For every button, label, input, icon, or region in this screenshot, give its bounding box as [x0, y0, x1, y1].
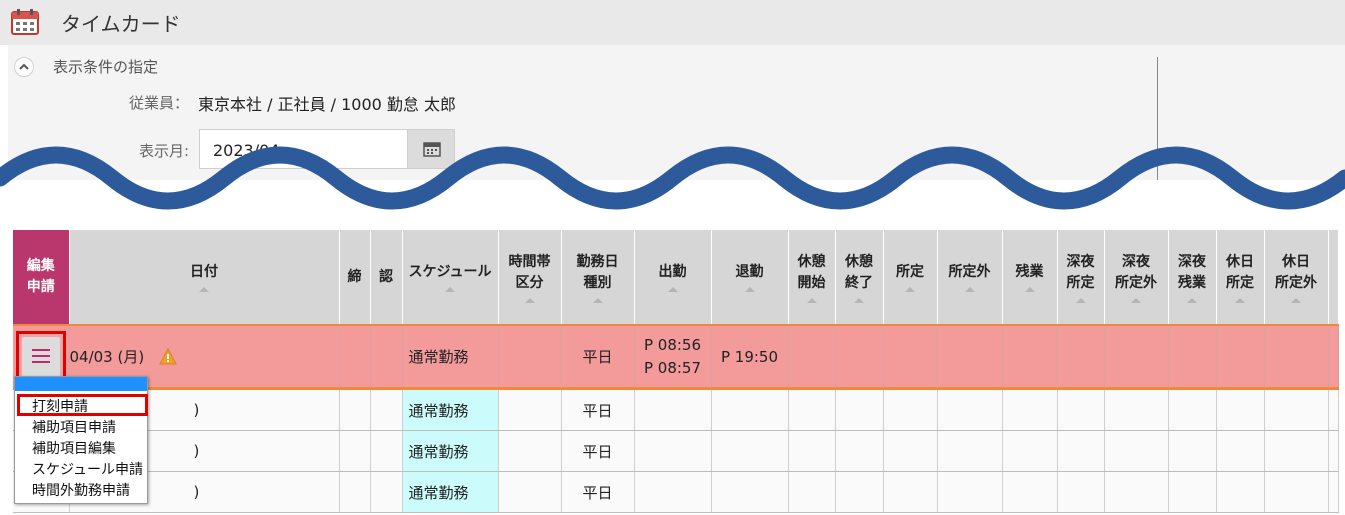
page-title: タイムカード — [61, 12, 181, 36]
header-night-scheduled[interactable]: 深夜 所定 — [1057, 230, 1105, 325]
header-night-overtime[interactable]: 深夜 残業 — [1168, 230, 1217, 325]
sort-icon — [744, 287, 755, 292]
day-type-cell: 平日 — [561, 430, 635, 472]
time-zone-cell — [498, 324, 562, 390]
header-time-zone[interactable]: 時間帯 区分 — [498, 230, 562, 325]
schedule-cell[interactable]: 通常勤務 — [402, 430, 499, 472]
sort-icon — [524, 297, 535, 303]
header-break-end[interactable]: 休憩 終了 — [835, 230, 884, 325]
sort-icon — [1235, 297, 1245, 303]
timecard-table: 編集 申請 日付 締 認 スケジュール 時間帯 区分 勤務日 種別 出勤 退勤 休憩開… — [13, 230, 1339, 513]
employee-value: 東京本社 / 正社員 / 1000 勤怠 太郎 — [198, 95, 457, 114]
header-holiday-scheduled[interactable]: 休日 所定 — [1216, 230, 1265, 325]
clock-in-cell[interactable]: P 08:56 P 08:57 — [634, 324, 712, 390]
schedule-cell[interactable]: 通常勤務 — [402, 471, 499, 513]
clock-in-time: P 08:56 — [643, 335, 702, 354]
row-context-menu: 打刻申請 補助項目申請 補助項目編集 スケジュール申請 時間外勤務申請 — [14, 376, 148, 504]
day-type-cell: 平日 — [561, 324, 635, 390]
menu-item-aux-edit[interactable]: 補助項目編集 — [32, 439, 116, 459]
header-day-type[interactable]: 勤務日 種別 — [561, 230, 635, 325]
row-menu-button[interactable] — [16, 330, 66, 383]
sort-icon — [445, 287, 455, 292]
header-clock-in[interactable]: 出勤 — [634, 230, 712, 325]
header-holiday-non-scheduled[interactable]: 休日 所定外 — [1264, 230, 1329, 325]
sort-icon — [1291, 297, 1301, 303]
conditions-title[interactable]: 表示条件の指定 — [53, 56, 158, 77]
approve-cell — [370, 324, 403, 390]
sort-icon — [964, 287, 975, 292]
sort-icon — [1024, 287, 1035, 292]
close-cell — [339, 324, 371, 390]
header-schedule[interactable]: スケジュール — [402, 230, 499, 325]
sort-icon — [667, 287, 678, 292]
clock-out-cell[interactable]: P 19:50 — [711, 324, 789, 390]
table-row: ) 通常勤務 平日 — [13, 430, 1339, 472]
sort-icon — [592, 297, 603, 303]
date-text: 04/03 (月) — [69, 348, 145, 366]
sort-icon — [1075, 297, 1086, 303]
header-date[interactable]: 日付 — [69, 230, 340, 325]
sort-icon — [1187, 297, 1197, 303]
menu-item-aux-request[interactable]: 補助項目申請 — [32, 418, 116, 438]
employee-label: 従業員： — [129, 94, 190, 112]
clock-in-time: P 08:57 — [643, 358, 702, 377]
header-clock-out[interactable]: 退勤 — [711, 230, 789, 325]
menu-header-bar — [15, 377, 147, 391]
schedule-cell[interactable]: 通常勤務 — [402, 324, 499, 390]
chevron-up-icon[interactable] — [14, 57, 34, 77]
header-non-scheduled[interactable]: 所定外 — [937, 230, 1003, 325]
header-edit-apply: 編集 申請 — [13, 230, 70, 325]
menu-item-stamp-request[interactable]: 打刻申請 — [32, 397, 88, 417]
warning-icon[interactable] — [159, 348, 177, 365]
sort-icon — [199, 287, 209, 292]
header-night-non-scheduled[interactable]: 深夜 所定外 — [1104, 230, 1169, 325]
wave-separator — [0, 146, 1345, 220]
sort-icon — [1131, 297, 1141, 303]
sort-icon — [854, 297, 864, 303]
header-approve: 認 — [370, 230, 403, 325]
header-overflow — [1328, 230, 1339, 325]
schedule-cell[interactable]: 通常勤務 — [402, 388, 499, 431]
header-scheduled[interactable]: 所定 — [883, 230, 938, 325]
header-close: 締 — [339, 230, 371, 325]
hamburger-icon — [22, 336, 60, 377]
sort-icon — [806, 297, 817, 303]
table-row: ) 通常勤務 平日 — [13, 471, 1339, 513]
menu-item-schedule-request[interactable]: スケジュール申請 — [32, 460, 143, 480]
day-type-cell: 平日 — [561, 388, 635, 431]
title-bar: タイムカード — [0, 0, 1345, 45]
header-overtime[interactable]: 残業 — [1002, 230, 1058, 325]
header-break-start[interactable]: 休憩 開始 — [788, 230, 836, 325]
sort-icon — [905, 287, 915, 292]
menu-item-overtime-request[interactable]: 時間外勤務申請 — [32, 481, 130, 501]
calendar-icon — [11, 9, 39, 35]
table-header-row: 編集 申請 日付 締 認 スケジュール 時間帯 区分 勤務日 種別 出勤 退勤 休憩開… — [13, 230, 1339, 325]
table-row: ) 通常勤務 平日 — [13, 388, 1339, 431]
table-row-highlighted: 04/03 (月) 通常勤務 平日 P 08:56 P 08:57 P 19:5… — [13, 324, 1339, 390]
day-type-cell: 平日 — [561, 471, 635, 513]
